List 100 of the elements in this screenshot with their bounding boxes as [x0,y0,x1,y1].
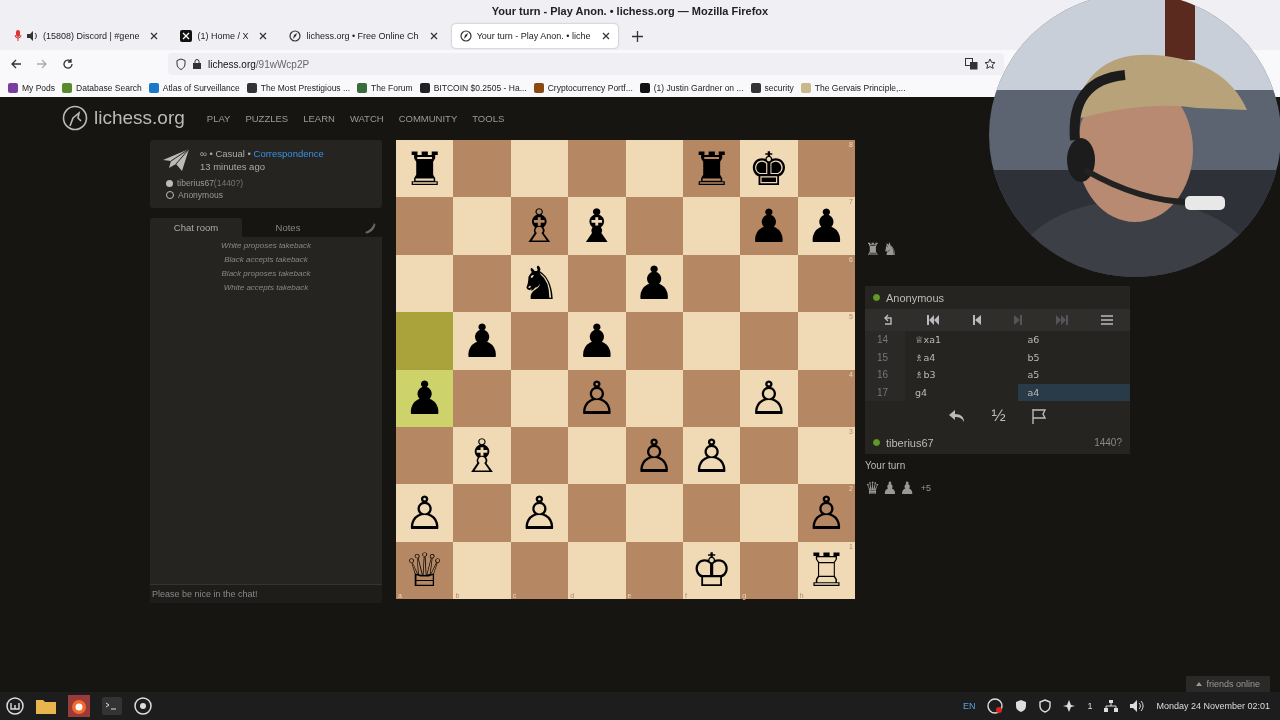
board-square[interactable]: ♟ [568,312,626,370]
close-icon[interactable] [601,32,610,40]
chat-tab[interactable]: Chat room [150,218,242,237]
forward-icon[interactable] [36,58,48,70]
board-square[interactable]: ♝ [568,197,626,255]
board-square[interactable]: ♟ [740,197,798,255]
undo-arrow-icon[interactable] [949,409,966,423]
board-square[interactable]: ♟ [453,312,511,370]
chess-piece[interactable]: ♝ [576,203,618,250]
clock[interactable]: Monday 24 November 02:01 [1156,701,1270,711]
board-square[interactable]: ♟ [625,254,683,313]
player-name[interactable]: tiberius67(1440?) [177,178,244,188]
board-square[interactable] [740,254,798,313]
correspondence-link[interactable]: Correspondence [253,148,324,159]
recorder-icon[interactable] [987,698,1004,714]
recorder-icon[interactable] [134,697,152,715]
chess-piece[interactable]: ♞ [518,260,561,307]
move[interactable]: g4 [905,383,1018,401]
move[interactable]: a6 [1017,331,1130,349]
board-square[interactable]: ♞ [510,254,569,313]
flag-icon[interactable] [1031,408,1046,424]
bookmark[interactable]: Database Search [62,82,142,93]
board-square[interactable] [682,197,741,255]
chess-piece[interactable]: ♕ [404,547,446,594]
player-name[interactable]: Anonymous [886,291,945,304]
browser-icon[interactable] [68,695,90,717]
shield-icon[interactable] [1015,699,1028,713]
close-icon[interactable] [429,32,438,40]
chess-piece[interactable]: ♖ [805,547,847,594]
board-square[interactable] [396,254,454,313]
nav-link[interactable]: PLAY [206,112,231,124]
bookmark[interactable]: The Forum [357,82,413,93]
close-icon[interactable] [259,32,268,40]
translate-icon[interactable] [965,58,978,70]
chat-tab[interactable]: Notes [242,218,334,237]
offer-draw-button[interactable]: ½ [991,406,1006,426]
chess-piece[interactable]: ♟ [404,375,446,422]
reload-icon[interactable] [62,58,74,70]
chess-piece[interactable]: ♜ [404,145,446,192]
move[interactable]: a5 [1017,366,1130,384]
chess-piece[interactable]: ♟ [576,317,618,364]
chess-piece[interactable]: ♙ [633,432,675,479]
board-square[interactable] [510,369,569,427]
next-move-icon[interactable] [1014,315,1023,325]
chess-piece[interactable]: ♚ [748,145,790,192]
board-square[interactable] [396,426,454,485]
board-square[interactable]: ♗ [453,426,511,485]
chess-piece[interactable]: ♟ [805,203,847,250]
board-square[interactable]: ♟ [396,369,454,427]
keyboard-language[interactable]: EN [962,701,976,711]
menu-icon[interactable] [1101,315,1114,325]
chess-piece[interactable]: ♙ [748,375,790,422]
browser-tab[interactable]: Your turn - Play Anon. • liche [451,24,618,48]
chat-input[interactable]: Please be nice in the chat! [150,584,382,603]
board-square[interactable]: ♙ [510,484,569,542]
bookmark[interactable]: security [750,82,794,93]
first-move-icon[interactable] [927,315,940,325]
board-square[interactable] [510,312,569,370]
move[interactable]: b5 [1017,348,1130,366]
board-square[interactable]: ♙ [568,369,626,427]
nav-link[interactable]: PUZZLES [245,112,289,124]
bookmark[interactable]: Atlas of Surveillance [148,82,240,93]
start-menu-icon[interactable] [6,697,24,715]
board-square[interactable] [625,369,683,427]
board-square[interactable]: ♙ [396,484,454,542]
board-square[interactable] [453,254,511,313]
volume-icon[interactable] [1130,700,1145,712]
board-square[interactable] [682,369,741,427]
chess-piece[interactable]: ♟ [633,260,675,307]
folder-icon[interactable] [36,698,56,714]
chess-piece[interactable]: ♟ [461,317,503,364]
chess-piece[interactable]: ♜ [690,145,733,192]
board-square[interactable] [682,312,741,370]
nav-link[interactable]: WATCH [349,112,384,124]
new-tab-icon[interactable] [631,30,643,42]
player-name[interactable]: Anonymous [178,190,223,200]
nav-link[interactable]: COMMUNITY [398,112,458,124]
board-square[interactable]: ♜ [396,140,454,198]
shield-icon[interactable] [1039,699,1052,713]
board-square[interactable]: ♗ [510,197,569,255]
nav-link[interactable]: LEARN [303,112,335,124]
board-square[interactable] [625,140,683,198]
move[interactable]: a4 [1017,383,1130,401]
chess-piece[interactable]: ♔ [690,547,733,594]
board-square[interactable]: ♙ [682,426,741,485]
browser-tab[interactable]: lichess.org • Free Online Ch [281,24,446,48]
chess-piece[interactable]: ♙ [690,432,733,479]
network-icon[interactable] [1104,700,1119,712]
chess-piece[interactable]: ♙ [576,375,618,422]
board-square[interactable] [568,254,626,313]
previous-move-icon[interactable] [972,315,981,325]
move[interactable]: ♗a4 [905,348,1018,366]
star-icon[interactable] [984,58,996,70]
board-square[interactable]: ♜ [682,140,741,198]
site-logo[interactable]: lichess.org [62,105,185,131]
board-square[interactable] [682,484,741,542]
player-name[interactable]: tiberius67 [886,436,934,449]
board-square[interactable] [510,140,569,198]
chess-piece[interactable]: ♙ [404,489,446,536]
board-square[interactable]: ♚ [740,140,798,198]
